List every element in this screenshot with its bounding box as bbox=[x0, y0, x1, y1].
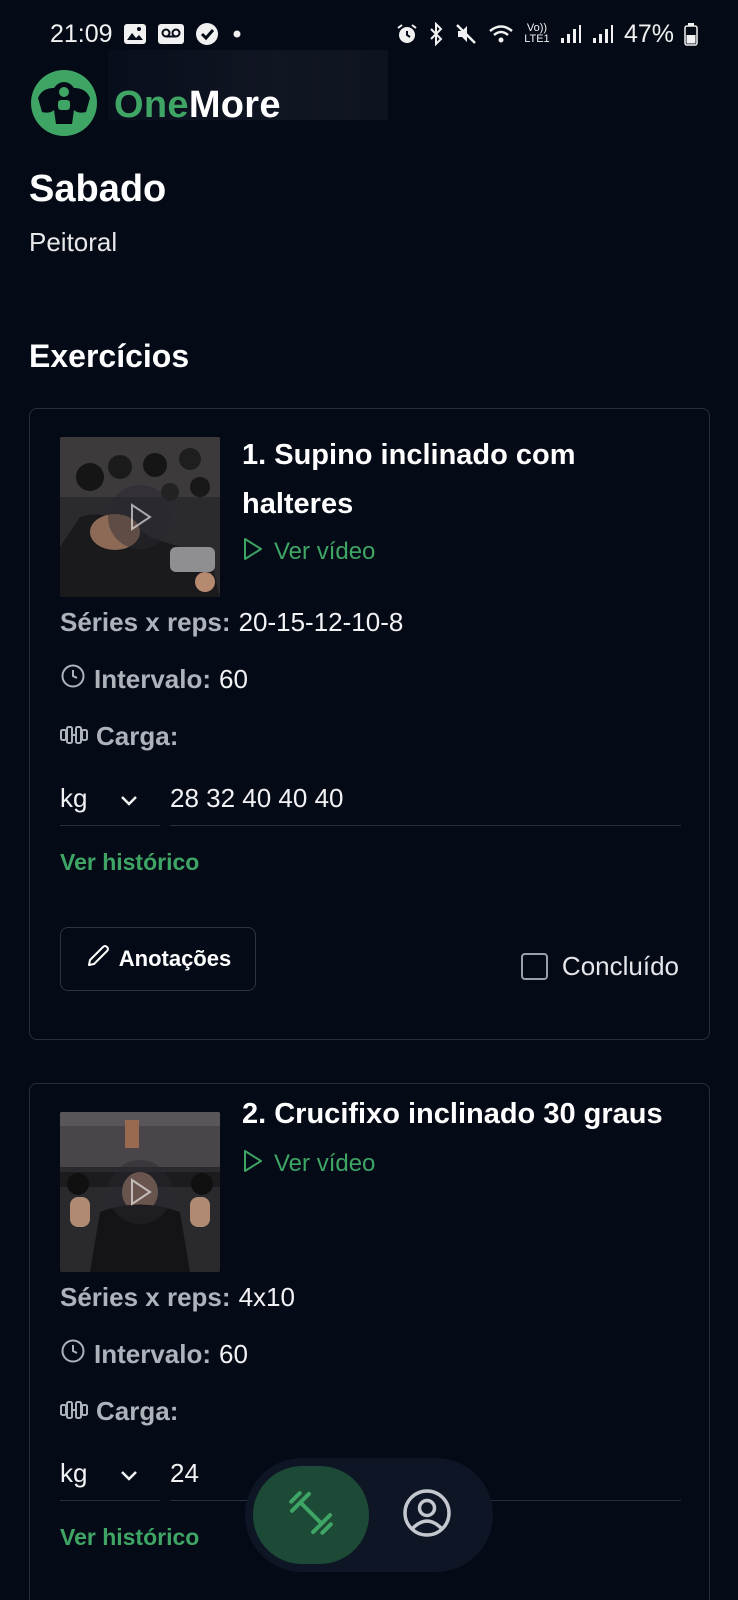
interval-value: 60 bbox=[219, 663, 248, 694]
interval-label: Intervalo: bbox=[94, 1338, 212, 1369]
chevron-down-icon bbox=[120, 1458, 138, 1489]
brand-part-two: More bbox=[188, 83, 281, 126]
interval-row: Intervalo: 60 bbox=[60, 661, 248, 697]
view-history-link[interactable]: Ver histórico bbox=[60, 1524, 199, 1551]
watch-video-label: Ver vídeo bbox=[274, 538, 376, 565]
interval-value: 60 bbox=[219, 1338, 248, 1369]
section-title: Exercícios bbox=[29, 338, 190, 374]
play-outline-icon bbox=[242, 1149, 264, 1180]
gallery-icon bbox=[123, 23, 147, 45]
watch-video-link[interactable]: Ver vídeo bbox=[242, 536, 375, 568]
load-row: Carga: bbox=[60, 1393, 178, 1429]
signal-icon-2 bbox=[592, 24, 614, 44]
bluetooth-icon bbox=[428, 22, 444, 46]
sets-reps-value: 4x10 bbox=[238, 1281, 295, 1312]
watch-video-link[interactable]: Ver vídeo bbox=[242, 1148, 375, 1180]
nav-item-profile[interactable] bbox=[369, 1466, 485, 1564]
brand-part-one: One bbox=[114, 83, 189, 126]
exercise-card: 1. Supino inclinado com halteres Ver víd… bbox=[29, 408, 710, 1040]
signal-icon-1 bbox=[560, 24, 582, 44]
done-label: Concluído bbox=[561, 950, 679, 981]
app-brand: OneMore bbox=[114, 84, 281, 127]
unit-select[interactable]: kg bbox=[60, 772, 160, 826]
battery-percent: 47% bbox=[623, 19, 674, 48]
exercise-title: 1. Supino inclinado com halteres bbox=[242, 439, 576, 520]
clock-icon bbox=[60, 663, 86, 696]
chevron-down-icon bbox=[120, 783, 138, 814]
unit-value: kg bbox=[60, 1458, 88, 1488]
done-toggle[interactable]: Concluído bbox=[520, 946, 679, 986]
user-profile-icon bbox=[402, 1488, 452, 1543]
load-label: Carga: bbox=[96, 1395, 179, 1426]
load-label: Carga: bbox=[96, 720, 179, 751]
unit-select[interactable]: kg bbox=[60, 1447, 160, 1501]
play-icon bbox=[108, 485, 172, 549]
load-input[interactable]: 28 32 40 40 40 bbox=[170, 772, 681, 826]
load-row: Carga: bbox=[60, 718, 178, 754]
sets-reps-label: Séries x reps: bbox=[60, 606, 231, 637]
alarm-icon bbox=[396, 23, 418, 45]
mute-icon bbox=[454, 22, 478, 46]
notes-button[interactable]: Anotações bbox=[60, 927, 256, 991]
dumbbell-icon bbox=[285, 1487, 337, 1544]
play-outline-icon bbox=[242, 537, 264, 568]
pencil-icon bbox=[85, 943, 111, 975]
notes-label: Anotações bbox=[118, 946, 232, 971]
bottom-nav bbox=[245, 1458, 493, 1572]
day-subtitle: Peitoral bbox=[29, 227, 118, 257]
sets-reps-row: Séries x reps: 4x10 bbox=[60, 1279, 295, 1315]
volte-indicator: Vo)) LTE1 bbox=[524, 22, 550, 45]
play-icon bbox=[108, 1160, 172, 1224]
done-checkbox[interactable] bbox=[520, 952, 548, 980]
voicemail-icon bbox=[157, 23, 185, 45]
watch-video-label: Ver vídeo bbox=[274, 1150, 376, 1177]
status-time: 21:09 bbox=[50, 19, 113, 48]
sets-reps-row: Séries x reps: 20-15-12-10-8 bbox=[60, 604, 403, 640]
exercise-thumbnail[interactable] bbox=[60, 1112, 220, 1272]
notification-dot-icon bbox=[229, 26, 245, 42]
dumbbell-small-icon bbox=[60, 1396, 88, 1427]
exercise-thumbnail[interactable] bbox=[60, 437, 220, 597]
interval-row: Intervalo: 60 bbox=[60, 1336, 248, 1372]
battery-icon bbox=[684, 22, 698, 46]
day-title: Sabado bbox=[29, 168, 167, 210]
app-logo-icon bbox=[28, 69, 100, 141]
nav-item-workouts[interactable] bbox=[253, 1466, 369, 1564]
wifi-icon bbox=[488, 23, 514, 45]
check-circle-icon bbox=[195, 22, 219, 46]
dumbbell-small-icon bbox=[60, 721, 88, 752]
exercise-title: 2. Crucifixo inclinado 30 graus bbox=[242, 1098, 663, 1130]
view-history-link[interactable]: Ver histórico bbox=[60, 849, 199, 876]
unit-value: kg bbox=[60, 783, 88, 813]
sets-reps-value: 20-15-12-10-8 bbox=[238, 606, 404, 637]
interval-label: Intervalo: bbox=[94, 663, 212, 694]
clock-icon bbox=[60, 1338, 86, 1371]
app-header: OneMore bbox=[28, 69, 281, 141]
sets-reps-label: Séries x reps: bbox=[60, 1281, 231, 1312]
